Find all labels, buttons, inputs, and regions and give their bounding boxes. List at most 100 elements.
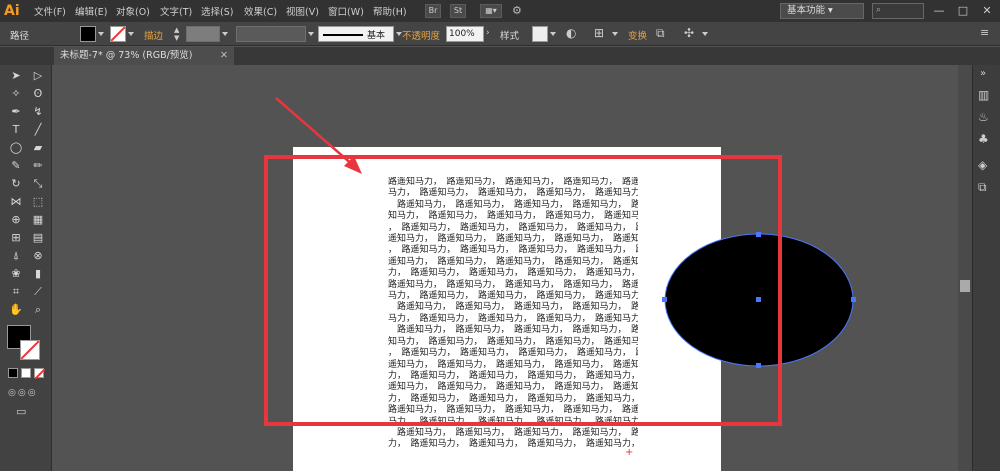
close-icon[interactable]: ✕	[976, 3, 998, 19]
maximize-icon[interactable]: □	[952, 3, 974, 19]
stroke-line-preview	[323, 34, 363, 36]
stock-button[interactable]: St	[450, 4, 466, 18]
none-slash-icon	[111, 27, 125, 41]
transform-label[interactable]: 变换	[628, 28, 647, 42]
search-input[interactable]: ⌕	[872, 3, 924, 19]
menu-item[interactable]: 文字(T)	[160, 4, 192, 18]
chevron-down-icon[interactable]	[550, 32, 556, 36]
control-menu-icon[interactable]: ≡	[980, 26, 994, 42]
brushes-icon[interactable]: ♨	[978, 110, 996, 128]
vertical-scrollbar[interactable]	[958, 65, 972, 471]
stroke-weight-input[interactable]	[186, 26, 220, 42]
gradient-tool-icon[interactable]: ▤	[30, 230, 46, 246]
opacity-input[interactable]: 100%	[446, 26, 484, 42]
brush-definition-dropdown[interactable]: 基本	[318, 26, 394, 42]
paintbrush-tool-icon[interactable]: ✎	[8, 158, 24, 174]
chevron-down-icon[interactable]	[222, 32, 228, 36]
line-tool-icon[interactable]: ╱	[30, 122, 46, 138]
anchor-point-right[interactable]	[851, 297, 856, 302]
isolate-icon[interactable]: ⧉	[656, 26, 672, 42]
gradient-mode-icon[interactable]	[21, 368, 31, 378]
artboard-tool-icon[interactable]: ⌗	[8, 284, 24, 300]
screen-mode-icon[interactable]: ▭	[16, 405, 36, 419]
text-overflow-marker[interactable]: +	[625, 447, 639, 459]
column-graph-tool-icon[interactable]: ▮	[30, 266, 46, 282]
shape-builder-tool-icon[interactable]: ⊕	[8, 212, 24, 228]
pencil-tool-icon[interactable]: ✏	[30, 158, 46, 174]
transform-icon[interactable]: ✣	[684, 26, 700, 42]
chevron-down-icon[interactable]	[308, 32, 314, 36]
chevron-down-icon[interactable]	[612, 32, 618, 36]
curvature-tool-icon[interactable]: ↯	[30, 104, 46, 120]
draw-mode-icons[interactable]: ◎◎◎	[8, 388, 44, 400]
variable-width-profile-dropdown[interactable]	[236, 26, 306, 42]
menu-item[interactable]: 视图(V)	[286, 4, 319, 18]
artboards-icon[interactable]: ⧉	[978, 180, 996, 198]
menu-item[interactable]: 编辑(E)	[75, 4, 107, 18]
chevron-right-icon[interactable]: ›	[486, 28, 490, 38]
workspace-switcher[interactable]: 基本功能 ▾	[780, 3, 864, 19]
layers-icon[interactable]: ◈	[978, 158, 996, 176]
graphic-style-swatch[interactable]	[532, 26, 548, 42]
symbols-icon[interactable]: ♣	[978, 132, 996, 150]
search-icon: ⌕	[876, 5, 882, 15]
type-tool-icon[interactable]: T	[8, 122, 24, 138]
stroke-weight-stepper[interactable]: ▲ ▼	[174, 26, 184, 42]
eraser-tool-icon[interactable]: ▰	[30, 140, 46, 156]
blend-tool-icon[interactable]: ⊗	[30, 248, 46, 264]
rotate-tool-icon[interactable]: ↻	[8, 176, 24, 192]
close-tab-icon[interactable]: ✕	[220, 47, 228, 65]
chevron-down-icon[interactable]	[98, 32, 104, 36]
document-tab[interactable]: 未标题-7* @ 73% (RGB/预览) ✕	[54, 47, 234, 65]
fill-color-swatch[interactable]	[80, 26, 96, 42]
color-mode-icon[interactable]	[8, 368, 18, 378]
hand-tool-icon[interactable]: ✋	[8, 302, 24, 318]
slice-tool-icon[interactable]: ⟋	[30, 284, 46, 300]
ellipse-tool-icon[interactable]: ◯	[8, 140, 24, 156]
opacity-label[interactable]: 不透明度	[402, 28, 440, 42]
stroke-label[interactable]: 描边	[144, 28, 163, 42]
recolor-artwork-icon[interactable]: ◐	[566, 26, 582, 42]
gpu-performance-icon[interactable]: ⚙	[512, 4, 528, 18]
chart-tool-icon[interactable]: ▦	[30, 212, 46, 228]
pen-tool-icon[interactable]: ✒	[8, 104, 24, 120]
chevron-down-icon[interactable]	[128, 32, 134, 36]
eyedropper-tool-icon[interactable]: ⍋	[8, 248, 24, 264]
app-logo: Ai	[4, 3, 20, 19]
stroke-color-swatch[interactable]	[110, 26, 126, 42]
symbol-sprayer-tool-icon[interactable]: ❀	[8, 266, 24, 282]
brush-profile-label: 基本	[367, 31, 386, 41]
bridge-button[interactable]: Br	[425, 4, 441, 18]
stroke-swatch[interactable]	[20, 340, 40, 360]
menu-item[interactable]: 帮助(H)	[373, 4, 407, 18]
menu-item[interactable]: 窗口(W)	[328, 4, 364, 18]
none-slash-icon	[35, 369, 45, 379]
annotation-highlight-box	[264, 155, 782, 426]
align-icon[interactable]: ⊞	[594, 26, 610, 42]
menu-item[interactable]: 选择(S)	[201, 4, 233, 18]
none-mode-icon[interactable]	[34, 368, 45, 379]
workspace-label: 基本功能	[787, 5, 826, 16]
scale-tool-icon[interactable]: ⤡	[30, 176, 46, 192]
lasso-tool-icon[interactable]: ʘ	[30, 86, 46, 102]
style-label: 样式	[500, 31, 520, 42]
document-tab-title: 未标题-7* @ 73% (RGB/预览)	[60, 50, 193, 61]
selection-type-label: 路径	[10, 31, 30, 42]
none-slash-icon	[21, 341, 39, 359]
chevron-down-icon[interactable]	[702, 32, 708, 36]
arrange-documents-button[interactable]: ▦▾	[480, 4, 502, 18]
mesh-tool-icon[interactable]: ⊞	[8, 230, 24, 246]
menu-item[interactable]: 文件(F)	[34, 4, 66, 18]
scrollbar-thumb[interactable]	[960, 280, 970, 292]
minimize-icon[interactable]: —	[928, 3, 950, 19]
color-guide-icon[interactable]: ▥	[978, 88, 996, 106]
zoom-tool-icon[interactable]: ⌕	[30, 302, 46, 318]
free-transform-tool-icon[interactable]: ⬚	[30, 194, 46, 210]
collapse-panels-icon[interactable]: »	[980, 68, 994, 82]
width-tool-icon[interactable]: ⋈	[8, 194, 24, 210]
menu-item[interactable]: 效果(C)	[244, 4, 277, 18]
direct-selection-tool-icon[interactable]: ▷	[30, 68, 46, 84]
magic-wand-tool-icon[interactable]: ✧	[8, 86, 24, 102]
selection-tool-icon[interactable]: ➤	[8, 68, 24, 84]
menu-item[interactable]: 对象(O)	[116, 4, 150, 18]
